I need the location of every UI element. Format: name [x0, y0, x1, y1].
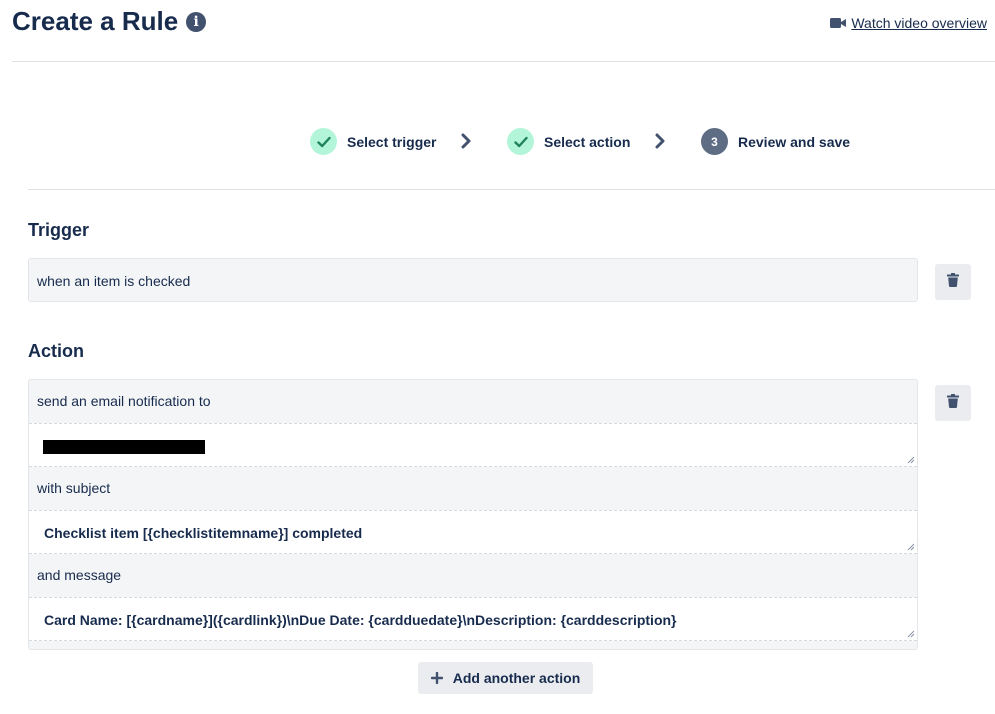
watch-video-label[interactable]: Watch video overview	[851, 15, 987, 31]
page-title: Create a Rule i	[12, 6, 207, 37]
step-label: Select trigger	[347, 133, 437, 150]
step-review-and-save[interactable]: 3 Review and save	[701, 128, 850, 155]
delete-trigger-button[interactable]	[935, 264, 971, 300]
step-select-trigger[interactable]: Select trigger	[310, 128, 436, 155]
step-label: Select action	[544, 133, 631, 150]
plus-icon	[430, 672, 443, 684]
message-label-row: and message	[29, 554, 917, 597]
info-icon[interactable]: i	[186, 11, 207, 32]
chevron-right-icon	[460, 133, 472, 154]
resize-handle-icon[interactable]	[907, 630, 915, 638]
checkmark-icon	[310, 128, 337, 155]
resize-handle-icon[interactable]	[907, 543, 915, 551]
step-number-badge: 3	[701, 128, 728, 155]
message-value: Card Name: [{cardname}]({cardlink})\nDue…	[44, 612, 677, 628]
add-another-action-button[interactable]: Add another action	[418, 662, 593, 694]
delete-action-button[interactable]	[935, 385, 971, 421]
message-field[interactable]: Card Name: [{cardname}]({cardlink})\nDue…	[29, 597, 917, 641]
message-label: and message	[37, 567, 122, 583]
recipient-field[interactable]	[29, 423, 917, 467]
add-another-action-label: Add another action	[452, 670, 581, 686]
trash-icon	[947, 272, 959, 292]
watch-video-link[interactable]: Watch video overview	[830, 15, 987, 31]
redacted-recipient	[43, 440, 205, 454]
action-heading: Action	[28, 341, 84, 361]
trigger-box[interactable]: when an item is checked	[28, 258, 918, 302]
subject-label: with subject	[37, 480, 111, 496]
video-camera-icon	[830, 17, 847, 29]
resize-handle-icon[interactable]	[907, 456, 915, 464]
page-title-text: Create a Rule	[12, 6, 179, 36]
chevron-right-icon	[654, 133, 666, 154]
subject-value: Checklist item [{checklistitemname}] com…	[44, 525, 363, 541]
trigger-heading: Trigger	[28, 220, 90, 240]
action-label-row: send an email notification to	[29, 380, 917, 423]
trigger-text: when an item is checked	[37, 273, 191, 289]
page-header: Create a Rule i Watch video overview	[12, 0, 995, 62]
subject-label-row: with subject	[29, 467, 917, 510]
trash-icon	[947, 393, 959, 413]
subject-field[interactable]: Checklist item [{checklistitemname}] com…	[29, 510, 917, 554]
step-label: Review and save	[738, 133, 851, 150]
checkmark-icon	[507, 128, 534, 155]
action-box: send an email notification to with subje…	[28, 379, 918, 650]
send-email-label: send an email notification to	[37, 393, 211, 409]
step-select-action[interactable]: Select action	[507, 128, 630, 155]
stepper: Select trigger Select action 3 Review an…	[28, 100, 995, 190]
